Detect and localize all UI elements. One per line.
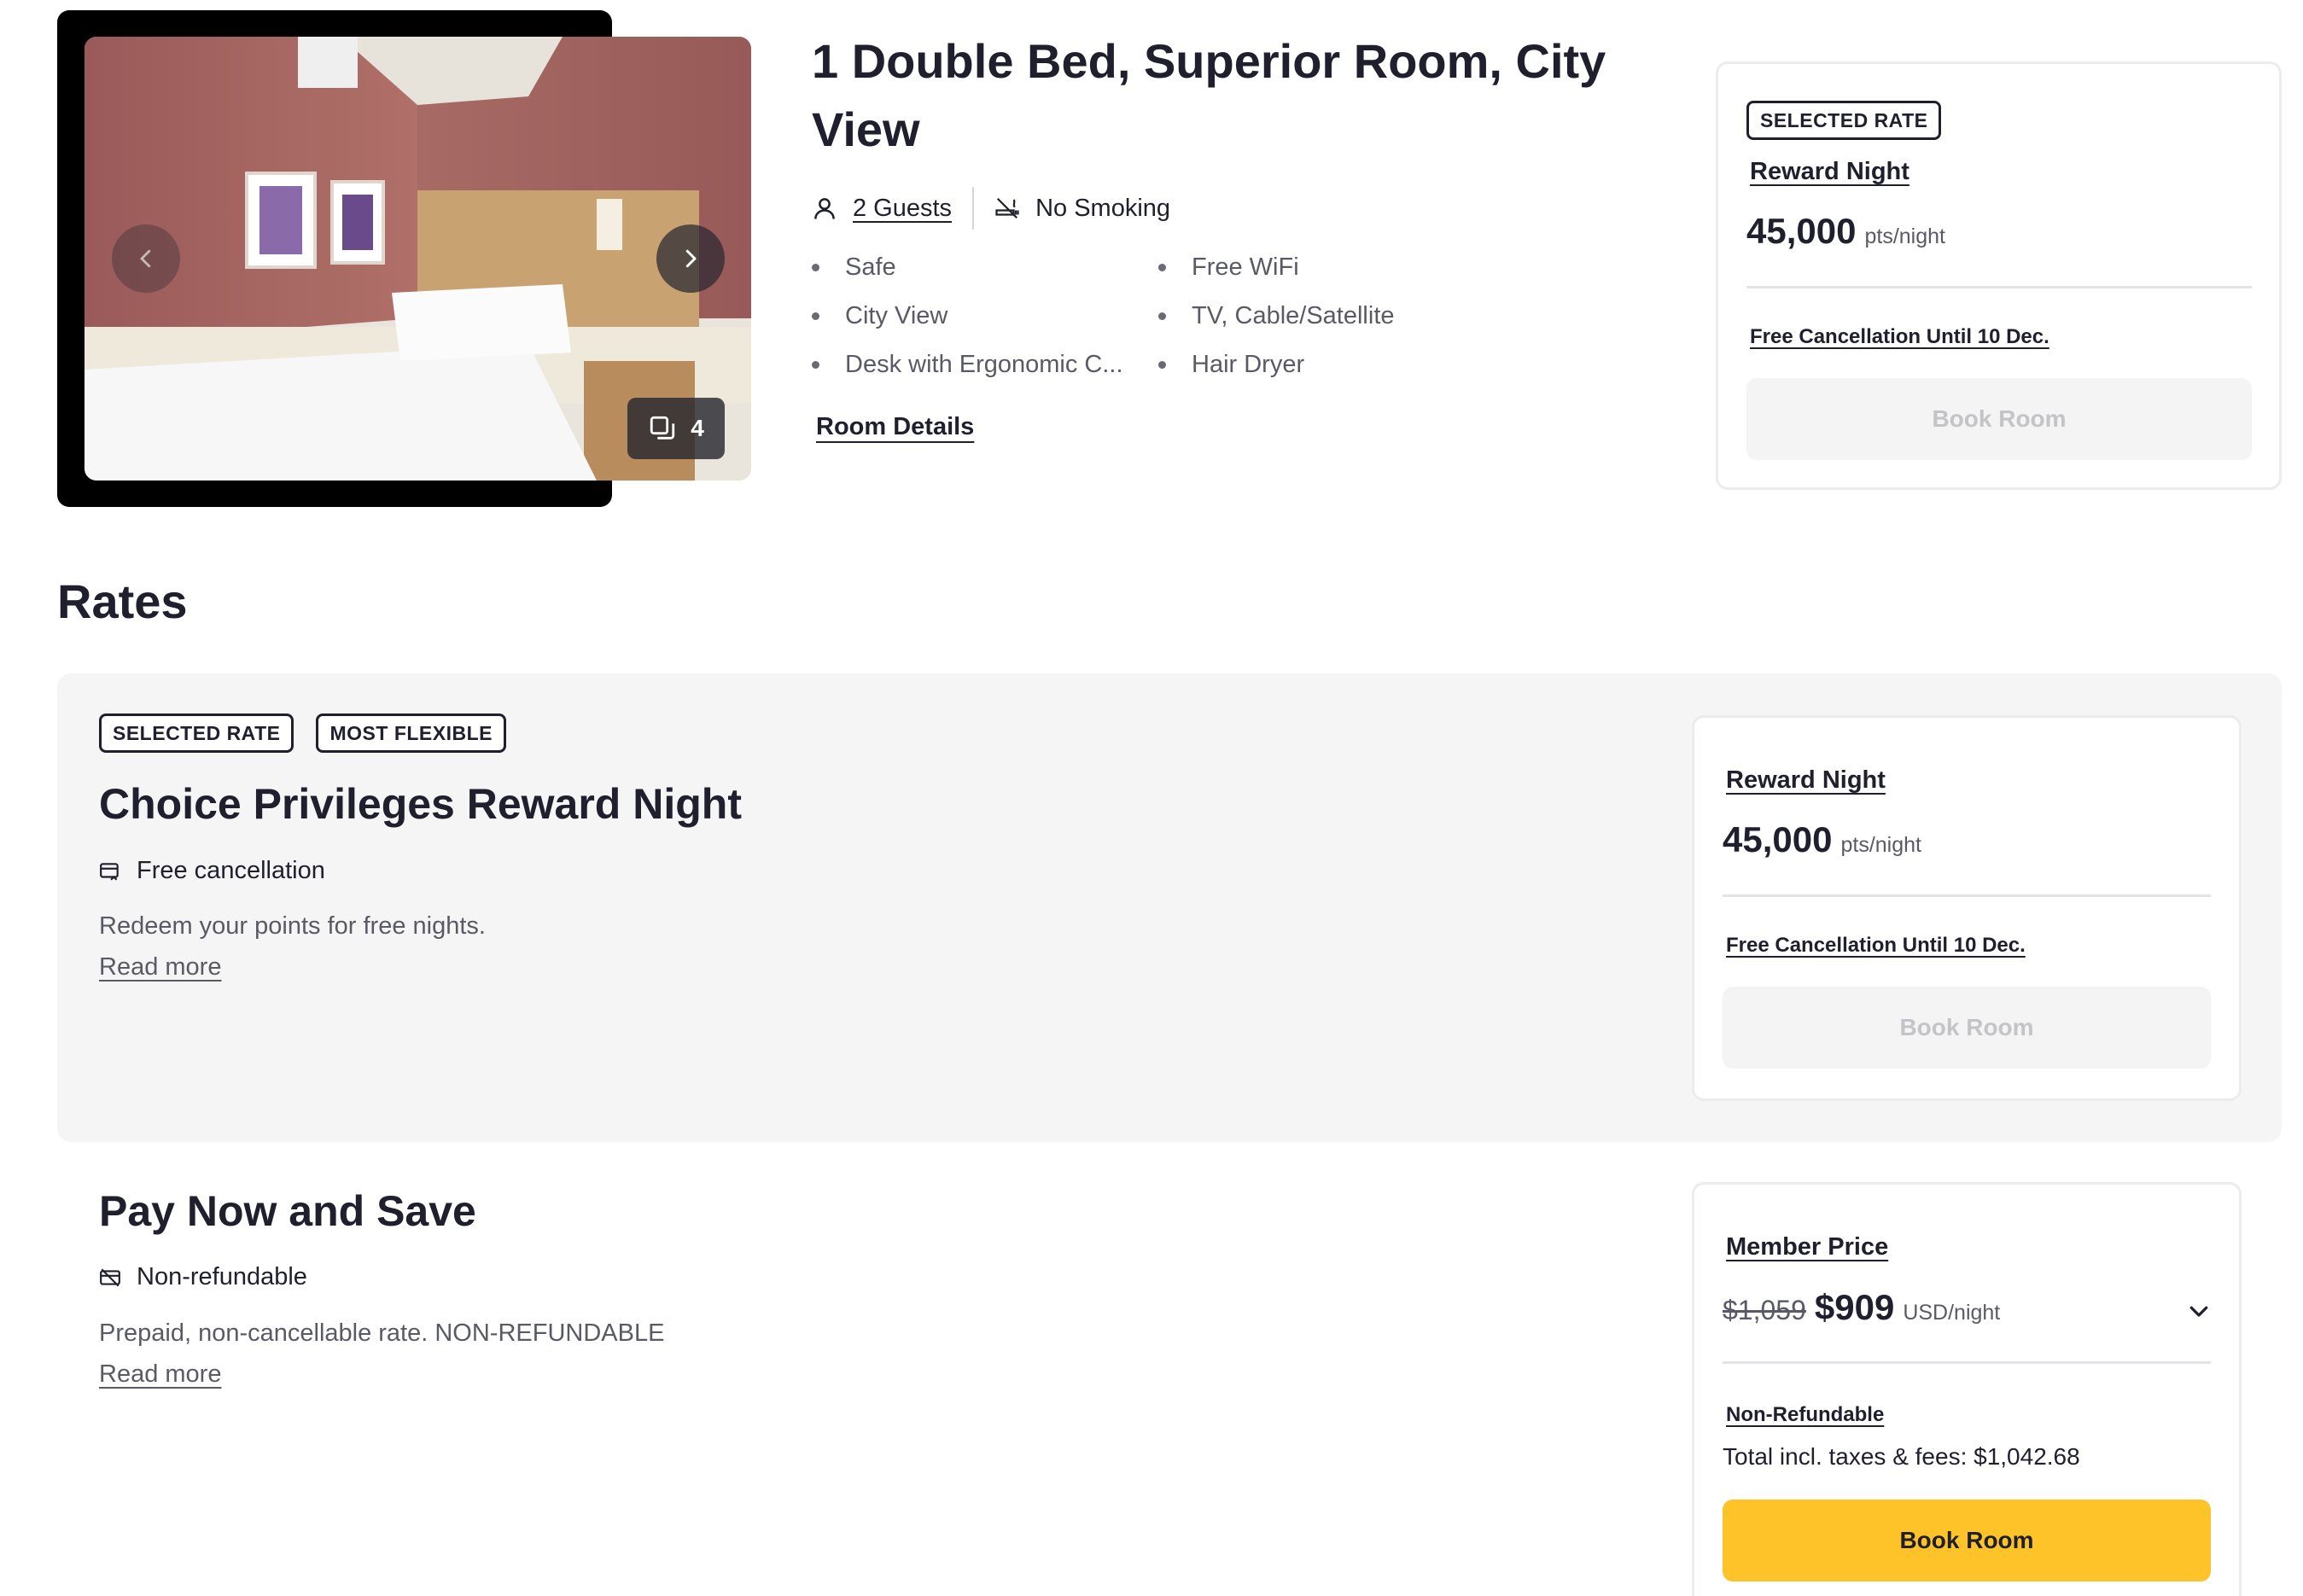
book-room-button[interactable]: Book Room: [1746, 378, 2252, 460]
price-unit: USD/night: [1903, 1301, 2001, 1325]
chevron-right-icon: [685, 249, 697, 268]
member-price: $1,059 $909 USD/night: [1723, 1287, 2000, 1328]
reward-night-link[interactable]: Reward Night: [1726, 766, 1886, 795]
amenity-item: Hair Dryer: [1158, 347, 1478, 383]
chevron-left-icon: [140, 249, 151, 268]
next-photo-button[interactable]: [656, 224, 725, 293]
cancellation-policy-link[interactable]: Free Cancellation Until 10 Dec.: [1750, 325, 2049, 349]
card-divider: [1746, 286, 2252, 288]
person-icon: [814, 198, 835, 219]
rate-feature-label: Free cancellation: [137, 857, 325, 884]
rate-price-card: Reward Night 45,000 pts/night Free Cance…: [1692, 715, 2242, 1101]
selected-rate-card: SELECTED RATE Reward Night 45,000 pts/ni…: [1716, 61, 2282, 490]
no-smoking-icon: [995, 197, 1019, 219]
most-flexible-badge: MOST FLEXIBLE: [316, 714, 506, 753]
amenity-item: Free WiFi: [1158, 249, 1478, 286]
guests-link[interactable]: 2 Guests: [853, 195, 952, 223]
book-room-button[interactable]: Book Room: [1723, 987, 2211, 1069]
rate-name: Choice Privileges Reward Night: [99, 780, 742, 828]
gallery-icon: [650, 416, 675, 440]
rate-description: Prepaid, non-cancellable rate. NON-REFUN…: [99, 1319, 665, 1347]
points-value: 45,000: [1746, 211, 1857, 251]
room-details-link[interactable]: Room Details: [816, 413, 974, 441]
rate-name: Pay Now and Save: [99, 1187, 476, 1235]
rates-heading: Rates: [57, 574, 188, 628]
cancellation-policy-link[interactable]: Non-Refundable: [1726, 1403, 1884, 1427]
smoking-label: No Smoking: [1035, 194, 1171, 222]
points-unit: pts/night: [1864, 224, 1945, 248]
rate-option-reward-night: SELECTED RATE MOST FLEXIBLE Choice Privi…: [57, 673, 2282, 1142]
points-unit: pts/night: [1840, 833, 1921, 857]
member-price-link[interactable]: Member Price: [1726, 1233, 1888, 1261]
photo-count: 4: [691, 415, 704, 441]
rate-feature: Free cancellation: [99, 857, 325, 885]
selected-rate-badge: SELECTED RATE: [99, 714, 294, 753]
amenity-item: Safe: [812, 249, 1158, 286]
reward-night-link[interactable]: Reward Night: [1750, 158, 1909, 186]
chevron-down-icon[interactable]: [2186, 1298, 2212, 1324]
rate-feature-label: Non-refundable: [137, 1263, 307, 1290]
points-price: 45,000 pts/night: [1723, 819, 1921, 860]
rate-badges: SELECTED RATE MOST FLEXIBLE: [99, 714, 506, 753]
card-divider: [1723, 894, 2211, 897]
amenity-item: TV, Cable/Satellite: [1158, 298, 1478, 335]
original-price: $1,059: [1723, 1295, 1806, 1325]
rate-price-card: Member Price $1,059 $909 USD/night Non-R…: [1692, 1182, 2242, 1596]
cancellation-policy-link[interactable]: Free Cancellation Until 10 Dec.: [1726, 934, 2026, 958]
photo-count-button[interactable]: 4: [627, 398, 725, 459]
smoking-info: No Smoking: [994, 195, 1170, 223]
amenities-list: Safe Free WiFi City View TV, Cable/Satel…: [812, 249, 1478, 383]
book-room-button[interactable]: Book Room: [1723, 1500, 2211, 1581]
card-divider: [1723, 1361, 2211, 1364]
discounted-price: $909: [1814, 1287, 1895, 1327]
amenity-item: Desk with Ergonomic C...: [812, 347, 1158, 383]
total-price: Total incl. taxes & fees: $1,042.68: [1723, 1443, 2080, 1470]
previous-photo-button[interactable]: [112, 224, 180, 293]
room-title: 1 Double Bed, Superior Room, City View: [812, 34, 1606, 156]
meta-divider: [972, 187, 975, 230]
amenity-item: City View: [812, 298, 1158, 335]
selected-rate-badge: SELECTED RATE: [1746, 101, 1942, 140]
read-more-link[interactable]: Read more: [99, 1360, 221, 1389]
non-refundable-icon: [100, 1267, 120, 1287]
points-value: 45,000: [1723, 819, 1833, 859]
points-price: 45,000 pts/night: [1746, 211, 1945, 252]
read-more-link[interactable]: Read more: [99, 953, 221, 981]
rate-description: Redeem your points for free nights.: [99, 912, 486, 940]
rate-option-pay-now: Pay Now and Save Non-refundable Prepaid,…: [57, 1142, 2282, 1596]
rate-feature: Non-refundable: [99, 1263, 307, 1291]
room-meta: 2 Guests No Smoking: [812, 186, 1170, 230]
room-photo[interactable]: 4: [85, 37, 751, 481]
guests-info[interactable]: 2 Guests: [812, 195, 952, 223]
free-cancellation-icon: [100, 862, 119, 881]
